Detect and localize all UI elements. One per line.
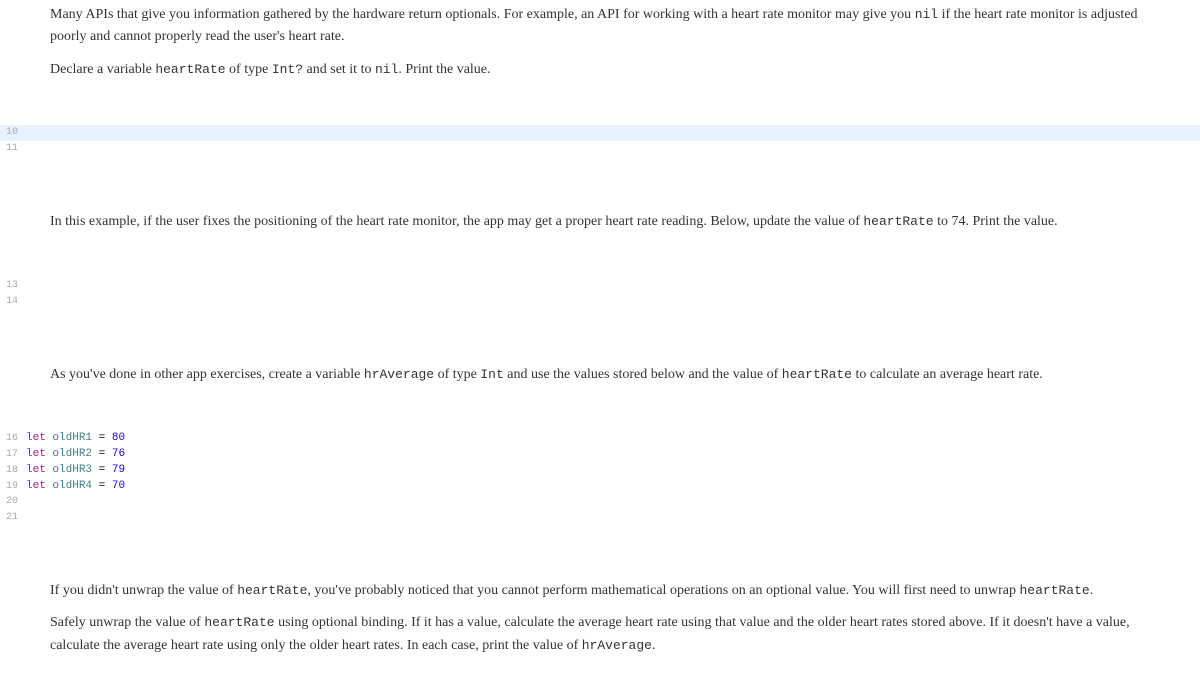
code-line[interactable]: 20 xyxy=(0,494,1200,510)
operator: = xyxy=(92,432,112,444)
text: . xyxy=(652,638,656,653)
keyword: let xyxy=(26,464,46,476)
keyword: let xyxy=(26,432,46,444)
code-content[interactable]: let oldHR2 = 76 xyxy=(26,446,1200,463)
keyword: let xyxy=(26,480,46,492)
number-literal: 76 xyxy=(112,448,125,460)
text: As you've done in other app exercises, c… xyxy=(50,367,364,382)
code-content[interactable]: let oldHR4 = 70 xyxy=(26,478,1200,495)
instruction-text: In this example, if the user fixes the p… xyxy=(50,211,1150,233)
line-number: 21 xyxy=(0,510,26,525)
text: . Print the value. xyxy=(398,62,490,77)
operator: = xyxy=(92,464,112,476)
identifier: oldHR2 xyxy=(52,448,92,460)
text: of type xyxy=(434,367,480,382)
code-inline-heartrate: heartRate xyxy=(782,367,852,382)
operator: = xyxy=(92,480,112,492)
code-line[interactable]: 11 xyxy=(0,141,1200,157)
code-line[interactable]: 13 xyxy=(0,278,1200,294)
instruction-text: As you've done in other app exercises, c… xyxy=(50,364,1150,386)
code-inline-hraverage: hrAverage xyxy=(582,638,652,653)
line-number: 11 xyxy=(0,141,26,156)
text: to calculate an average heart rate. xyxy=(852,367,1043,382)
code-editor-block-3[interactable]: 16 let oldHR1 = 80 17 let oldHR2 = 76 18… xyxy=(0,430,1200,526)
code-line[interactable]: 19 let oldHR4 = 70 xyxy=(0,478,1200,494)
keyword: let xyxy=(26,448,46,460)
text: and set it to xyxy=(303,62,375,77)
instruction-text: Declare a variable heartRate of type Int… xyxy=(50,59,1150,81)
code-line[interactable]: 14 xyxy=(0,294,1200,310)
line-number: 16 xyxy=(0,431,26,446)
operator: = xyxy=(92,448,112,460)
code-line[interactable]: 10 xyxy=(0,125,1200,141)
line-number: 19 xyxy=(0,479,26,494)
text: Safely unwrap the value of xyxy=(50,615,204,630)
line-number: 17 xyxy=(0,447,26,462)
line-number: 20 xyxy=(0,494,26,509)
text: Declare a variable xyxy=(50,62,155,77)
code-content[interactable]: let oldHR3 = 79 xyxy=(26,462,1200,479)
text: Many APIs that give you information gath… xyxy=(50,7,915,22)
instruction-para-4: If you didn't unwrap the value of heartR… xyxy=(0,576,1200,671)
instruction-text: Safely unwrap the value of heartRate usi… xyxy=(50,612,1150,657)
code-inline-nil: nil xyxy=(915,7,938,22)
instruction-text: If you didn't unwrap the value of heartR… xyxy=(50,580,1150,602)
code-inline-nil: nil xyxy=(375,62,398,77)
code-inline-heartrate: heartRate xyxy=(863,214,933,229)
instruction-text: Many APIs that give you information gath… xyxy=(50,4,1150,49)
code-inline-hraverage: hrAverage xyxy=(364,367,434,382)
code-editor-block-2[interactable]: 13 14 xyxy=(0,278,1200,310)
line-number: 10 xyxy=(0,125,26,140)
code-line[interactable]: 21 xyxy=(0,510,1200,526)
instruction-para-1: Many APIs that give you information gath… xyxy=(0,0,1200,95)
line-number: 18 xyxy=(0,463,26,478)
code-inline-int-optional: Int? xyxy=(272,62,303,77)
code-inline-int: Int xyxy=(480,367,503,382)
instruction-para-2: In this example, if the user fixes the p… xyxy=(0,207,1200,247)
line-number: 13 xyxy=(0,278,26,293)
number-literal: 80 xyxy=(112,432,125,444)
identifier: oldHR1 xyxy=(52,432,92,444)
text: and use the values stored below and the … xyxy=(504,367,782,382)
identifier: oldHR3 xyxy=(52,464,92,476)
instruction-para-3: As you've done in other app exercises, c… xyxy=(0,360,1200,400)
code-line[interactable]: 17 let oldHR2 = 76 xyxy=(0,446,1200,462)
code-content[interactable]: let oldHR1 = 80 xyxy=(26,430,1200,447)
code-line[interactable]: 16 let oldHR1 = 80 xyxy=(0,430,1200,446)
text: of type xyxy=(226,62,272,77)
number-literal: 79 xyxy=(112,464,125,476)
code-inline-heartrate: heartRate xyxy=(204,615,274,630)
line-number: 14 xyxy=(0,294,26,309)
text: In this example, if the user fixes the p… xyxy=(50,214,863,229)
number-literal: 70 xyxy=(112,480,125,492)
code-line[interactable]: 18 let oldHR3 = 79 xyxy=(0,462,1200,478)
text: to 74. Print the value. xyxy=(934,214,1058,229)
code-inline-heartrate: heartRate xyxy=(155,62,225,77)
identifier: oldHR4 xyxy=(52,480,92,492)
code-editor-block-1[interactable]: 10 11 xyxy=(0,125,1200,157)
